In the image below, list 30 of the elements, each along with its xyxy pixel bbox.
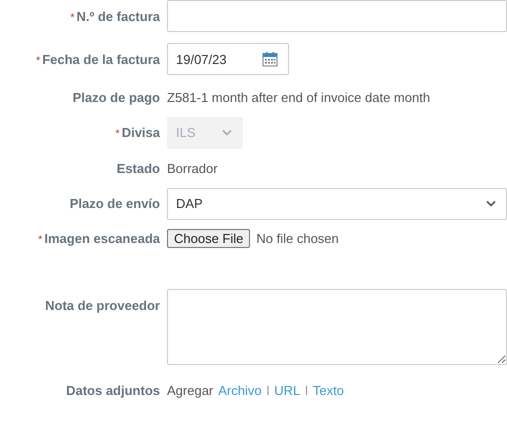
field-label: Estado bbox=[116, 160, 160, 176]
field-label: Plazo de envío bbox=[70, 196, 160, 211]
field-label: Imagen escaneada bbox=[44, 230, 160, 246]
required-mark: * bbox=[70, 12, 74, 24]
choose-file-button[interactable]: Choose File bbox=[167, 228, 250, 248]
separator: | bbox=[305, 384, 308, 396]
required-mark: * bbox=[115, 128, 120, 140]
supplier-note-field[interactable] bbox=[167, 289, 507, 365]
file-status: No file chosen bbox=[256, 230, 339, 246]
chevron-down-icon bbox=[222, 129, 232, 136]
required-mark: * bbox=[36, 54, 40, 66]
field-label: Plazo de pago bbox=[72, 90, 160, 104]
attachment-link[interactable]: Texto bbox=[312, 382, 344, 398]
attachment-link[interactable]: Archivo bbox=[218, 382, 262, 398]
separator: | bbox=[266, 384, 270, 396]
date-field[interactable]: 19/07/23 bbox=[167, 43, 289, 75]
field-value: Borrador bbox=[167, 160, 218, 176]
chevron-down-icon bbox=[486, 200, 496, 207]
dropdown[interactable]: DAP bbox=[167, 188, 507, 220]
required-mark: * bbox=[38, 234, 42, 246]
field-label: N.º de factura bbox=[76, 9, 160, 24]
attachment-link[interactable]: URL bbox=[274, 382, 300, 398]
field-label: Datos adjuntos bbox=[66, 382, 160, 398]
field-label: Nota de proveedor bbox=[45, 298, 160, 313]
add-label: Agregar bbox=[167, 382, 214, 398]
field-label: Fecha de la factura bbox=[42, 52, 160, 66]
invoice-number-field[interactable] bbox=[167, 0, 507, 32]
field-value: Z581-1 month after end of invoice date month bbox=[167, 90, 430, 104]
calendar-icon[interactable] bbox=[262, 51, 278, 67]
field-label: Divisa bbox=[122, 125, 160, 140]
